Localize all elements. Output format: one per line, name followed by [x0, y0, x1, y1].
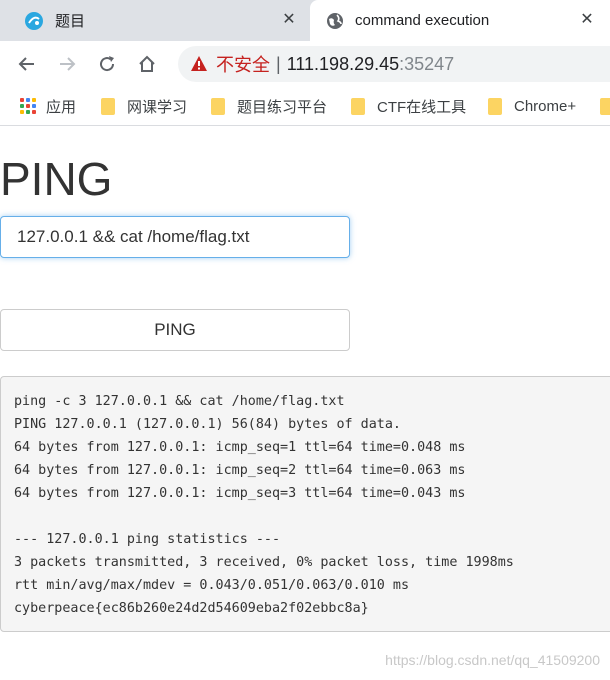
bookmark-label: Chrome+ [514, 97, 577, 115]
back-button[interactable] [14, 51, 40, 77]
bookmark-ctf-tools[interactable]: CTF在线工具 [351, 96, 466, 116]
apps-grid-icon [20, 98, 36, 114]
bookmark-label: 题目练习平台 [237, 98, 328, 116]
folder-icon [600, 97, 610, 115]
bookmark-label: 网课学习 [127, 98, 188, 116]
folder-icon [351, 97, 365, 115]
address-bar[interactable]: 不安全 | 111.198.29.45 :35247 [178, 46, 610, 82]
bookmark-online-courses[interactable]: 网课学习 [101, 96, 187, 116]
url-host: 111.198.29.45 [286, 53, 400, 74]
close-icon[interactable]: ✕ [578, 11, 596, 29]
arrow-right-icon [60, 57, 76, 71]
ping-button[interactable]: PING [0, 309, 350, 351]
folder-icon [488, 97, 502, 115]
bookmark-apps[interactable]: 应用 [20, 96, 76, 116]
warning-icon [191, 56, 207, 71]
reload-button[interactable] [94, 51, 120, 77]
bookmark-chrome-plus[interactable]: Chrome+ [488, 96, 576, 116]
tab-problems[interactable]: 题目 ✕ [0, 0, 310, 41]
url-port: :35247 [399, 53, 455, 74]
bookmark-label: 应用 [46, 98, 77, 116]
folder-icon [101, 97, 115, 115]
browser-toolbar: 不安全 | 111.198.29.45 :35247 [0, 41, 610, 87]
bookmark-overflow[interactable] [600, 96, 610, 116]
forward-button[interactable] [54, 51, 80, 77]
separator: | [276, 53, 281, 74]
home-icon [139, 55, 155, 72]
command-input[interactable] [0, 216, 350, 258]
page-title: PING [0, 153, 113, 205]
watermark: https://blog.csdn.net/qq_41509200 [385, 652, 600, 668]
arrow-left-icon [18, 57, 34, 71]
site-favicon-icon [25, 11, 43, 30]
close-icon[interactable]: ✕ [280, 11, 298, 29]
folder-icon [211, 97, 225, 115]
tab-title: command execution [355, 12, 490, 29]
security-label[interactable]: 不安全 [216, 51, 270, 77]
globe-icon [327, 12, 343, 29]
reload-icon [100, 56, 115, 72]
bookmark-practice-platform[interactable]: 题目练习平台 [211, 96, 327, 116]
tab-title: 题目 [55, 13, 86, 30]
tab-strip: 题目 ✕ command execution ✕ [0, 0, 610, 41]
home-button[interactable] [134, 51, 160, 77]
tab-command-execution[interactable]: command execution ✕ [310, 0, 610, 41]
bookmarks-bar: 应用 网课学习 题目练习平台 CTF在线工具 Chrome+ [0, 87, 610, 126]
bookmark-label: CTF在线工具 [377, 98, 467, 116]
command-output: ping -c 3 127.0.0.1 && cat /home/flag.tx… [0, 376, 610, 632]
